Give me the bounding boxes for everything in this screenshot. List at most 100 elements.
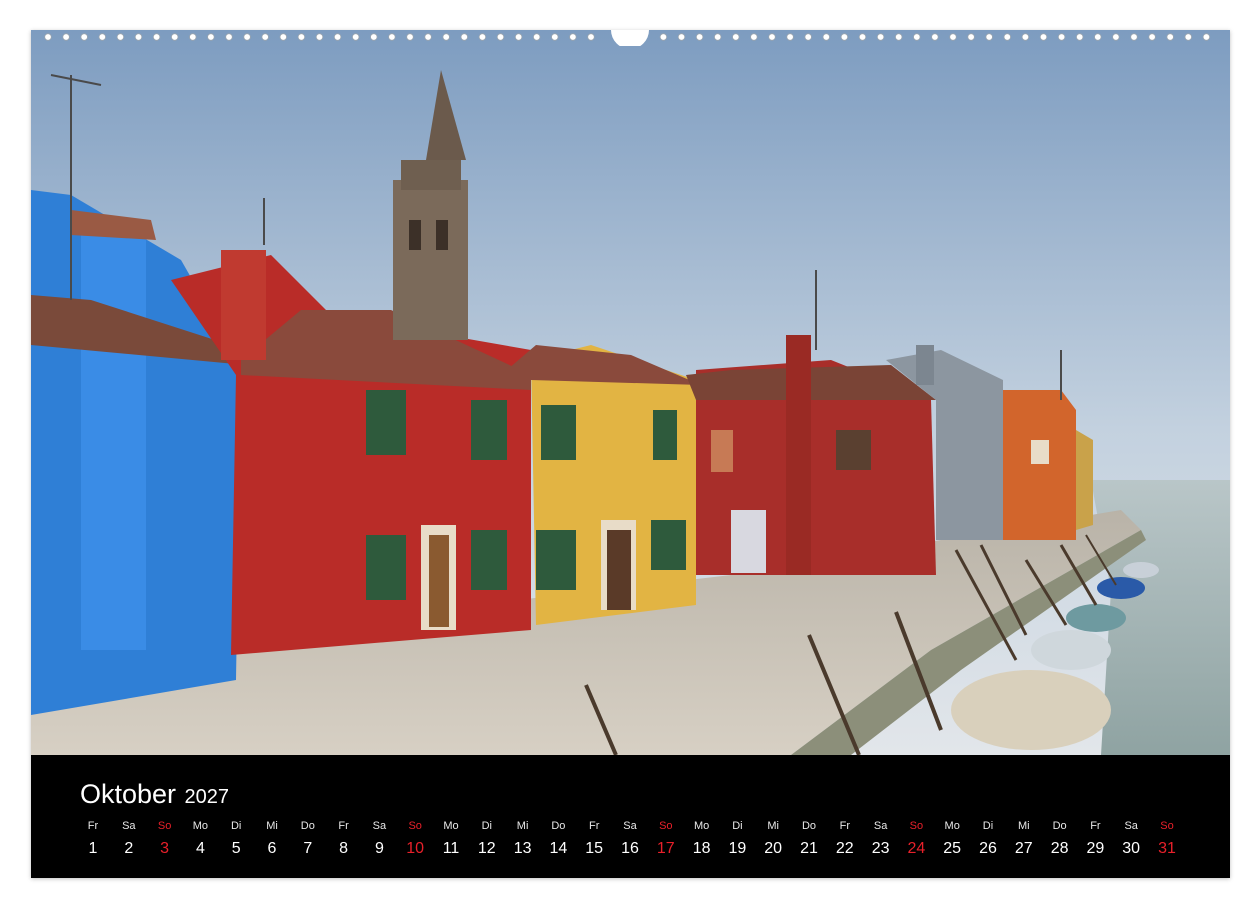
- binding-hole: [460, 33, 468, 41]
- day-number: 15: [585, 840, 604, 857]
- weekday-label: Fr: [588, 820, 600, 832]
- binding-hole: [98, 33, 106, 41]
- day-number: 27: [1014, 840, 1033, 857]
- weekday-label: So: [659, 820, 673, 832]
- binding-hole: [116, 33, 125, 41]
- day-cell: Mi 27: [1006, 819, 1042, 859]
- binding-hole: [985, 33, 993, 41]
- binding-hole: [804, 33, 812, 41]
- day-number: 11: [442, 840, 460, 857]
- weekday-label: Do: [801, 820, 817, 832]
- day-number: 6: [267, 840, 277, 857]
- photo-burano-canal: [31, 30, 1230, 755]
- weekday-label: Sa: [1124, 820, 1138, 832]
- day-number: 28: [1050, 840, 1069, 857]
- month-name: Oktober: [80, 779, 177, 809]
- month-year: 2027: [184, 786, 230, 808]
- binding-hole: [1166, 33, 1174, 41]
- weekday-label: Fr: [338, 820, 349, 832]
- day-cell: Fr 1: [75, 819, 111, 859]
- binding-hole: [261, 33, 269, 41]
- day-cell: Do 14: [540, 819, 576, 859]
- day-number: 4: [195, 840, 205, 857]
- binding-hole: [225, 33, 233, 41]
- day-cell: So 31: [1149, 819, 1185, 859]
- day-cell: Fr 15: [576, 819, 612, 859]
- day-number: 25: [943, 840, 962, 857]
- day-cell: Mi 20: [755, 819, 791, 859]
- day-number: 23: [871, 840, 890, 857]
- weekday-label: Di: [481, 820, 492, 832]
- weekday-label: Fr: [87, 820, 99, 832]
- day-cell: Sa 2: [111, 819, 147, 859]
- day-cell: Mo 25: [934, 819, 970, 859]
- binding-hole: [442, 33, 450, 41]
- day-cell: Sa 23: [863, 819, 899, 859]
- binding-hole: [1094, 33, 1102, 41]
- day-number: 13: [513, 840, 532, 857]
- weekday-label: So: [909, 820, 924, 832]
- day-cell: Di 19: [719, 819, 755, 859]
- day-number: 12: [477, 840, 496, 857]
- day-cell: Do 21: [791, 819, 827, 859]
- weekday-label: So: [157, 820, 172, 832]
- binding-hole: [714, 33, 722, 41]
- month-title: Oktober 2027: [80, 779, 229, 810]
- binding-hanger-notch: [611, 30, 649, 46]
- binding-hole: [62, 33, 70, 41]
- weekday-label: So: [1160, 820, 1174, 832]
- day-number: 14: [549, 840, 568, 857]
- day-number: 22: [835, 840, 854, 857]
- binding-hole: [967, 33, 975, 41]
- day-number: 10: [406, 840, 425, 857]
- day-cell: Sa 9: [361, 819, 397, 859]
- weekday-label: Di: [732, 820, 743, 832]
- binding-hole: [1039, 33, 1048, 41]
- weekday-label: Fr: [1090, 820, 1101, 832]
- binding-hole: [1202, 33, 1211, 41]
- calendar-strip: Oktober 2027 Fr 1 Sa 2 So 3 Mo 4 Di 5 Mi 6 Do 7 Fr 8 Sa 9…: [31, 755, 1230, 878]
- binding-hole: [243, 33, 251, 41]
- weekday-label: Do: [300, 820, 315, 832]
- binding-hole: [659, 33, 668, 41]
- day-number: 30: [1122, 840, 1141, 857]
- binding-hole: [1003, 33, 1011, 41]
- binding-hole: [768, 33, 776, 41]
- binding-hole: [677, 33, 686, 41]
- binding-hole: [297, 33, 306, 41]
- day-cell: Di 5: [218, 819, 254, 859]
- weekday-label: Fr: [839, 820, 850, 832]
- binding-hole: [189, 33, 197, 41]
- binding-hole: [750, 33, 758, 41]
- binding-hole: [1075, 33, 1084, 41]
- binding-hole: [152, 33, 161, 41]
- binding-hole: [569, 33, 577, 41]
- weekday-label: Di: [230, 820, 242, 832]
- binding-hole: [333, 33, 342, 41]
- weekday-label: Mo: [693, 820, 710, 832]
- binding-hole: [913, 33, 921, 41]
- weekday-label: Mo: [944, 820, 960, 832]
- day-cell: Do 7: [290, 819, 326, 859]
- day-cell: Mo 18: [684, 819, 720, 859]
- binding-hole: [44, 33, 52, 41]
- weekday-label: So: [408, 820, 422, 832]
- day-cell: So 24: [898, 819, 934, 859]
- binding-hole: [1112, 33, 1120, 41]
- photo-illustration: [31, 30, 1230, 755]
- binding-hole: [80, 33, 88, 41]
- day-number: 20: [764, 840, 783, 857]
- day-cell: So 3: [147, 819, 183, 859]
- weekday-label: Sa: [122, 820, 136, 832]
- binding-hole: [352, 33, 360, 41]
- day-number: 19: [728, 840, 747, 857]
- weekday-label: Di: [982, 820, 994, 832]
- day-number: 17: [656, 840, 675, 857]
- binding-hole: [1021, 33, 1030, 41]
- day-cell: Fr 29: [1077, 819, 1113, 859]
- weekday-label: Do: [1052, 820, 1067, 832]
- weekday-label: Sa: [623, 820, 637, 832]
- binding-hole: [949, 33, 957, 41]
- day-cell: Do 28: [1042, 819, 1078, 859]
- day-cell: Di 12: [469, 819, 505, 859]
